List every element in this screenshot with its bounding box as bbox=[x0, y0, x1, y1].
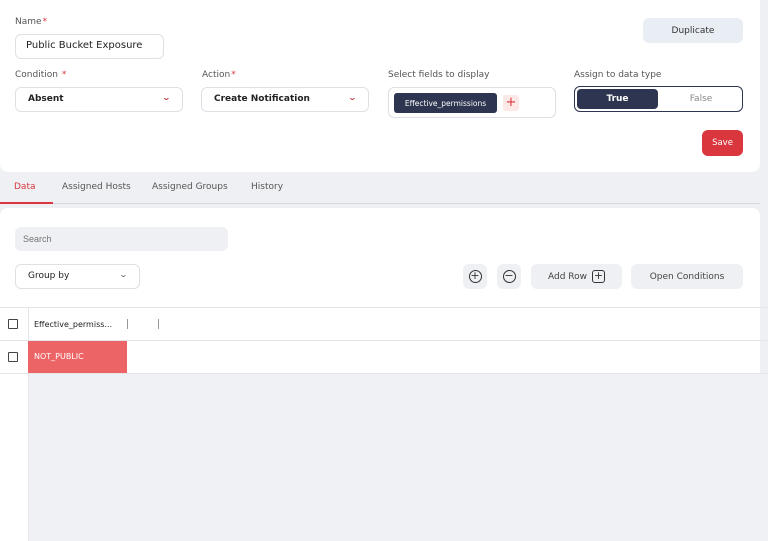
required-mark: * bbox=[231, 70, 236, 80]
add-row-label: Add Row bbox=[547, 271, 587, 282]
grid-divider bbox=[0, 373, 768, 374]
chevron-down-icon: ⌄ bbox=[347, 93, 358, 102]
action-value: Create Notification bbox=[214, 94, 310, 104]
toggle-true-option[interactable]: True bbox=[577, 89, 658, 109]
column-resize-handle[interactable] bbox=[158, 319, 159, 329]
group-by-select[interactable]: Group by ⌄ bbox=[15, 264, 140, 289]
save-button[interactable]: Save bbox=[702, 130, 743, 156]
assign-label: Assign to data type bbox=[574, 70, 662, 80]
fields-label: Select fields to display bbox=[388, 70, 490, 80]
tab-assigned-hosts[interactable]: Assigned Hosts bbox=[62, 182, 131, 192]
remove-column-button[interactable]: − bbox=[497, 264, 521, 289]
column-resize-handle[interactable] bbox=[127, 319, 128, 329]
plus-icon[interactable]: + bbox=[503, 95, 519, 111]
required-mark: * bbox=[61, 70, 67, 80]
plus-square-icon: + bbox=[592, 269, 605, 283]
fields-selector: Effective_permissions + bbox=[388, 87, 556, 118]
add-row-button[interactable]: Add Row + bbox=[531, 264, 622, 289]
name-label: Name* bbox=[15, 17, 48, 27]
chevron-down-icon: ⌄ bbox=[161, 93, 172, 102]
toggle-false-option[interactable]: False bbox=[661, 89, 741, 109]
data-type-toggle: True False bbox=[574, 86, 743, 112]
tab-assigned-groups[interactable]: Assigned Groups bbox=[152, 182, 228, 192]
name-input[interactable]: Public Bucket Exposure bbox=[15, 34, 164, 59]
column-header[interactable]: Effective_permiss... bbox=[34, 320, 112, 329]
chevron-down-icon: ⌄ bbox=[118, 270, 129, 279]
tab-history[interactable]: History bbox=[251, 182, 283, 192]
duplicate-button[interactable]: Duplicate bbox=[643, 18, 743, 43]
open-conditions-button[interactable]: Open Conditions bbox=[631, 264, 743, 289]
add-column-button[interactable]: + bbox=[463, 264, 487, 289]
required-mark: * bbox=[42, 17, 48, 27]
condition-value: Absent bbox=[28, 94, 64, 104]
minus-circle-icon: − bbox=[502, 269, 516, 283]
group-by-label: Group by bbox=[28, 271, 70, 281]
condition-label: Condition * bbox=[15, 70, 67, 80]
active-tab-indicator bbox=[0, 202, 53, 204]
plus-circle-icon: + bbox=[468, 269, 482, 283]
action-select[interactable]: Create Notification ⌄ bbox=[201, 87, 369, 112]
field-chip[interactable]: Effective_permissions bbox=[394, 93, 497, 113]
select-all-checkbox[interactable] bbox=[8, 319, 18, 329]
search-input[interactable] bbox=[15, 227, 228, 251]
table-cell[interactable]: NOT_PUBLIC bbox=[28, 341, 127, 373]
grid-empty-area bbox=[28, 374, 768, 541]
tab-bar: Data Assigned Hosts Assigned Groups Hist… bbox=[0, 173, 760, 204]
action-label: Action* bbox=[202, 70, 236, 80]
condition-select[interactable]: Absent ⌄ bbox=[15, 87, 183, 112]
row-checkbox[interactable] bbox=[8, 352, 18, 362]
grid-divider bbox=[0, 307, 768, 308]
tab-data[interactable]: Data bbox=[14, 182, 36, 192]
